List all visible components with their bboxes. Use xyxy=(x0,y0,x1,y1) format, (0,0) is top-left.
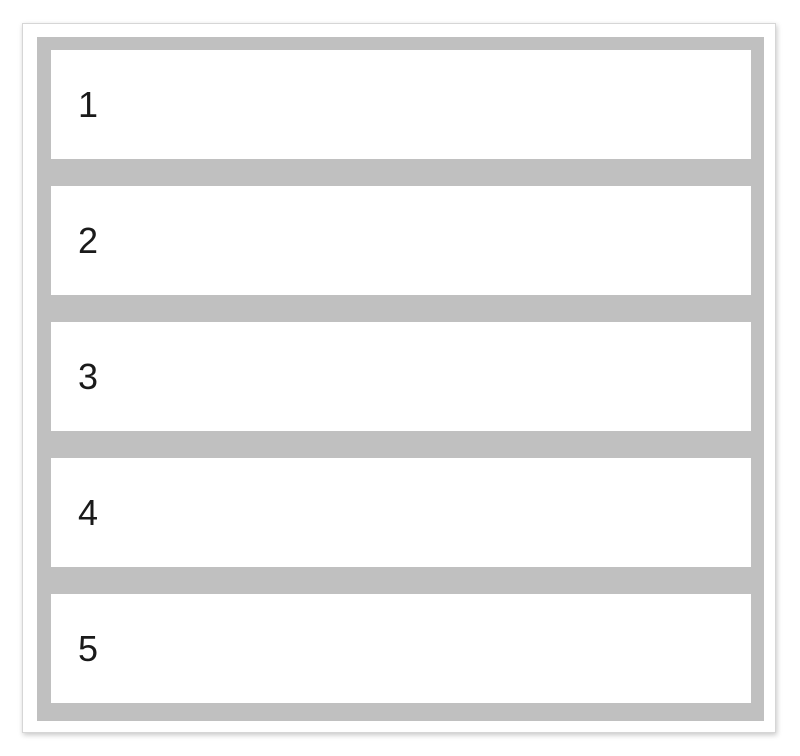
item-label: 2 xyxy=(78,219,99,261)
list-item: 2 xyxy=(51,186,751,295)
list-item: 1 xyxy=(51,50,751,159)
item-label: 1 xyxy=(78,83,99,125)
item-label: 3 xyxy=(78,355,99,397)
list-item: 3 xyxy=(51,322,751,431)
list-item: 4 xyxy=(51,458,751,567)
card-frame: 1 2 3 4 5 xyxy=(22,23,776,733)
item-label: 4 xyxy=(78,491,99,533)
item-label: 5 xyxy=(78,627,99,669)
flex-container: 1 2 3 4 5 xyxy=(37,37,764,721)
list-item: 5 xyxy=(51,594,751,703)
